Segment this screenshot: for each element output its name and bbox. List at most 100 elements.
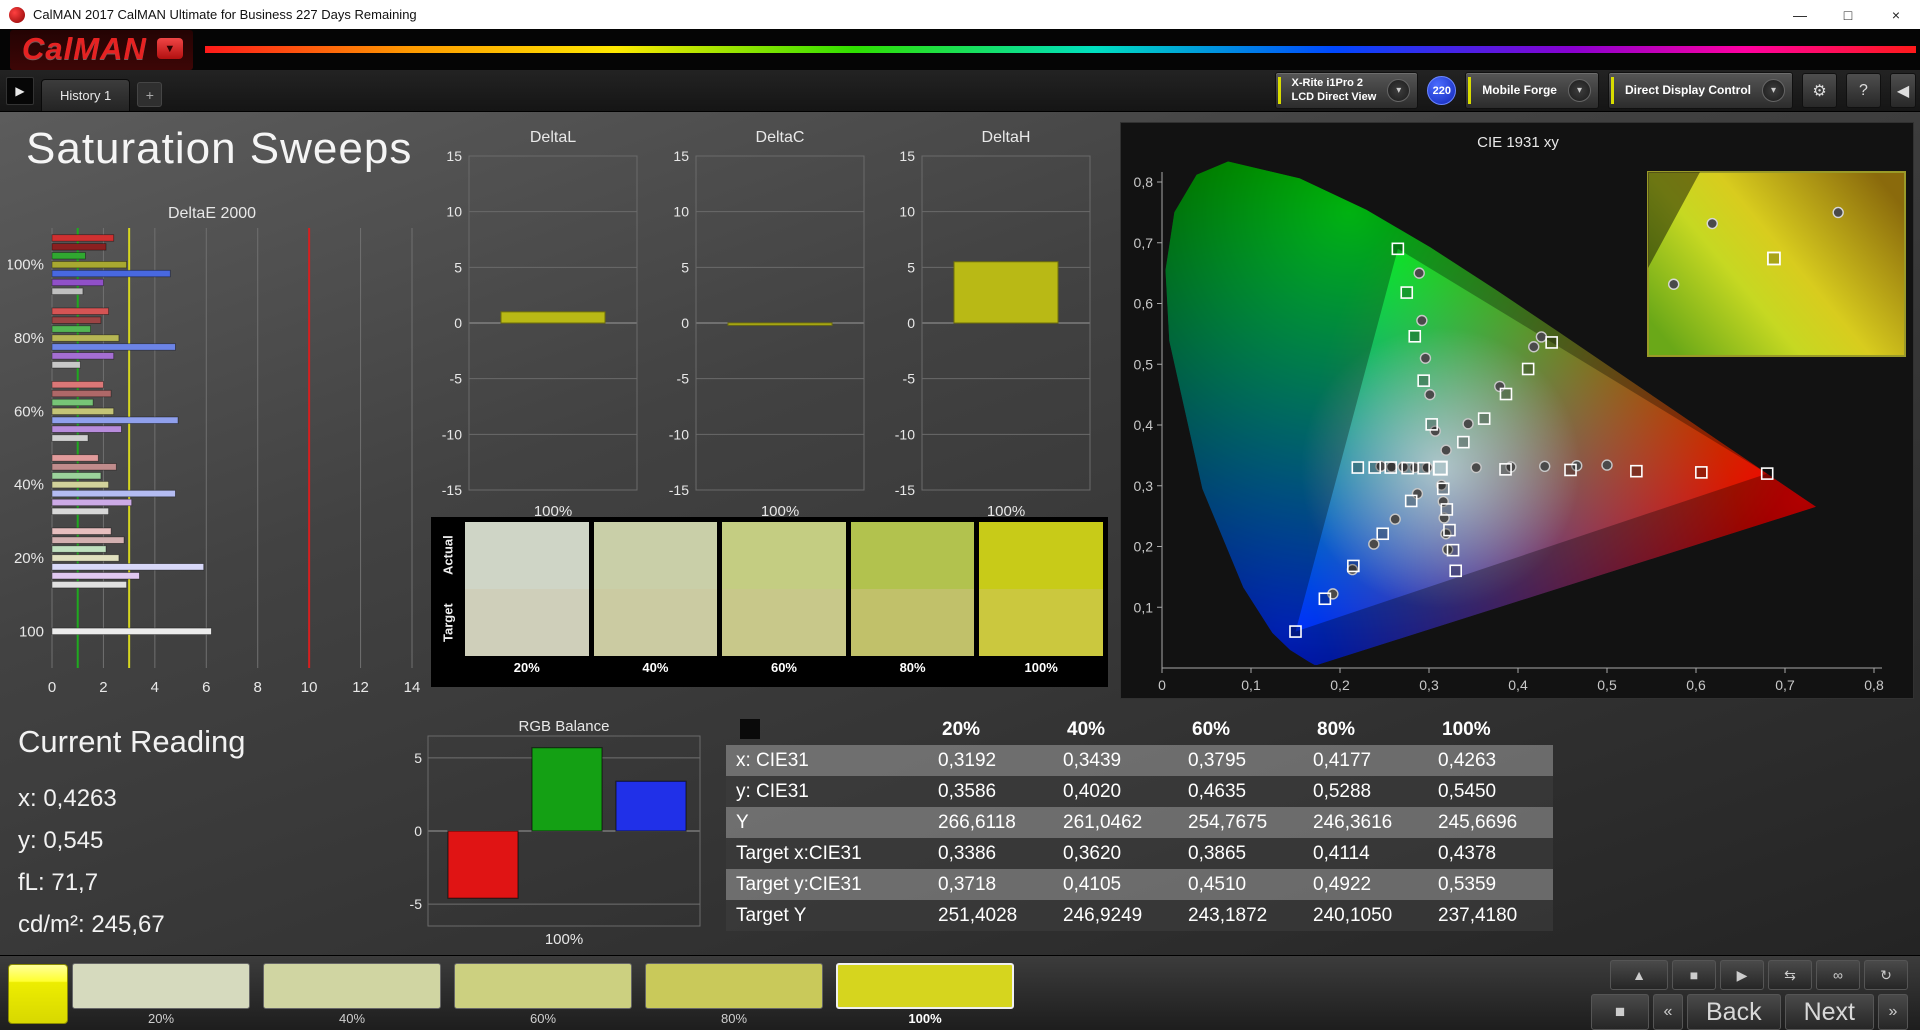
meter-accent: [1277, 77, 1281, 104]
level-swatch: [836, 963, 1014, 1009]
svg-text:2: 2: [99, 679, 107, 696]
target-row-label: Target: [440, 603, 456, 642]
saturation-swatch-40%: 40%: [593, 522, 718, 682]
back-button[interactable]: Back: [1687, 994, 1781, 1030]
meter-dropdown[interactable]: X-Rite i1Pro 2 LCD Direct View ▾: [1274, 72, 1419, 109]
prev-tab-button[interactable]: ▶: [6, 76, 34, 105]
meter-count-badge: 220: [1427, 76, 1457, 105]
table-header-cell: 40%: [1067, 718, 1106, 740]
current-color-button[interactable]: [8, 964, 68, 1024]
table-cell: 0,4263: [1438, 749, 1497, 771]
stop-all-button[interactable]: ■: [1591, 994, 1649, 1030]
deltah-chart: DeltaH 15 10 5 0 -5 -10 -15 100%: [886, 126, 1094, 524]
table-cell: 251,4028: [938, 904, 1018, 926]
level-label: 80%: [720, 1011, 748, 1026]
svg-text:4: 4: [151, 679, 159, 696]
svg-text:10: 10: [301, 679, 318, 696]
row-label: x: CIE31: [736, 749, 809, 771]
level-button-20%[interactable]: 20%: [72, 963, 250, 1026]
svg-text:-5: -5: [903, 371, 916, 387]
source-label: Mobile Forge: [1482, 83, 1557, 97]
saturation-swatch-100%: 100%: [979, 522, 1103, 682]
svg-text:0,7: 0,7: [1134, 235, 1154, 251]
table-cell: 243,1872: [1188, 904, 1268, 926]
gear-icon[interactable]: ⚙: [1802, 73, 1837, 108]
table-cell: 0,4114: [1313, 842, 1370, 864]
cie1931-chart: CIE 1931 xy 0 0,1 0,2 0,3 0,4 0,5 0,6 0,7 0,8 0,1 0…: [1120, 122, 1914, 699]
loop-button[interactable]: ↻: [1864, 960, 1908, 990]
svg-text:0,7: 0,7: [1775, 677, 1795, 693]
next-button[interactable]: Next: [1784, 994, 1874, 1030]
table-cell: 0,3620: [1063, 842, 1122, 864]
table-row: Target Y 251,4028 246,9249 243,1872 240,1050…: [726, 900, 1553, 931]
svg-text:DeltaL: DeltaL: [530, 129, 576, 146]
table-header-cell: [726, 719, 928, 741]
table-cell: 0,4177: [1313, 749, 1372, 771]
maximize-button[interactable]: □: [1824, 0, 1872, 29]
current-reading-panel: Current Reading x: 0,4263 y: 0,545 fL: 71,…: [18, 724, 245, 946]
continuous-button[interactable]: ∞: [1816, 960, 1860, 990]
table-cell: 0,3439: [1063, 749, 1122, 771]
svg-text:60%: 60%: [14, 403, 44, 420]
table-cell: 0,4020: [1063, 780, 1122, 802]
meter-line1: X-Rite i1Pro 2: [1291, 76, 1364, 89]
svg-text:5: 5: [414, 750, 422, 766]
svg-text:5: 5: [907, 259, 915, 275]
minimize-button[interactable]: —: [1776, 0, 1824, 29]
level-label: 60%: [529, 1011, 557, 1026]
target-swatch: [979, 589, 1103, 656]
back-chevron-icon[interactable]: «: [1653, 994, 1683, 1030]
play-button[interactable]: ▶: [1720, 960, 1764, 990]
svg-text:0,8: 0,8: [1134, 174, 1154, 190]
table-cell: 0,3718: [938, 873, 997, 895]
svg-text:CIE 1931 xy: CIE 1931 xy: [1477, 134, 1559, 151]
svg-text:-5: -5: [677, 371, 690, 387]
svg-text:0: 0: [681, 315, 689, 331]
logo-menu-arrow-icon[interactable]: ▼: [156, 38, 183, 59]
svg-text:10: 10: [673, 204, 689, 220]
titlebar: CalMAN 2017 CalMAN Ultimate for Business…: [0, 0, 1920, 29]
level-button-80%[interactable]: 80%: [645, 963, 823, 1026]
table-row: Target y:CIE31 0,3718 0,4105 0,4510 0,4922 0,…: [726, 869, 1553, 900]
svg-text:0,6: 0,6: [1134, 296, 1154, 312]
help-icon[interactable]: ?: [1846, 73, 1881, 108]
add-tab-button[interactable]: +: [137, 82, 163, 107]
step-button[interactable]: ⇆: [1768, 960, 1812, 990]
svg-text:0,6: 0,6: [1686, 677, 1706, 693]
saturation-swatch-80%: 80%: [850, 522, 975, 682]
table-cell: 0,4105: [1063, 873, 1122, 895]
level-button-100%[interactable]: 100%: [836, 963, 1014, 1026]
row-label: Target y:CIE31: [736, 873, 862, 895]
svg-text:DeltaC: DeltaC: [756, 129, 805, 146]
expand-button[interactable]: ▲: [1610, 960, 1668, 990]
rainbow-strip: [204, 46, 1916, 53]
table-cell: 0,4922: [1313, 873, 1372, 895]
table-cell: 261,0462: [1063, 811, 1143, 833]
main-content: Saturation Sweeps DeltaE 2000 0 2 4 6 8 10 12 14…: [0, 112, 1920, 955]
display-control-dropdown[interactable]: Direct Display Control ▾: [1607, 72, 1793, 109]
swatch-label: 60%: [770, 659, 797, 675]
table-cell: 0,3865: [1188, 842, 1247, 864]
level-label: 20%: [147, 1011, 175, 1026]
svg-text:12: 12: [352, 679, 369, 696]
table-header-cell: 80%: [1317, 718, 1356, 740]
svg-text:0: 0: [48, 679, 56, 696]
collapse-panel-button[interactable]: ◀: [1890, 73, 1916, 108]
source-dropdown[interactable]: Mobile Forge ▾: [1465, 72, 1599, 109]
svg-text:-5: -5: [450, 371, 463, 387]
window-title: CalMAN 2017 CalMAN Ultimate for Business…: [33, 7, 417, 22]
svg-text:0,2: 0,2: [1330, 677, 1350, 693]
deltac-chart: DeltaC 15 10 5 0 -5 -10 -15 100%: [660, 126, 868, 524]
calman-logo[interactable]: CalMAN ▼: [10, 29, 193, 70]
swatch-label: 100%: [1024, 659, 1058, 675]
level-button-60%[interactable]: 60%: [454, 963, 632, 1026]
svg-text:6: 6: [202, 679, 210, 696]
table-row: y: CIE31 0,3586 0,4020 0,4635 0,5288 0,5450: [726, 776, 1553, 807]
tab-history-1[interactable]: History 1: [41, 79, 131, 111]
stop-button[interactable]: ■: [1672, 960, 1716, 990]
next-chevron-icon[interactable]: »: [1878, 994, 1908, 1030]
close-button[interactable]: ×: [1872, 0, 1920, 29]
level-button-40%[interactable]: 40%: [263, 963, 441, 1026]
table-row: Y 266,6118 261,0462 254,7675 246,3616 245,669…: [726, 807, 1553, 838]
table-cell: 0,4378: [1438, 842, 1497, 864]
